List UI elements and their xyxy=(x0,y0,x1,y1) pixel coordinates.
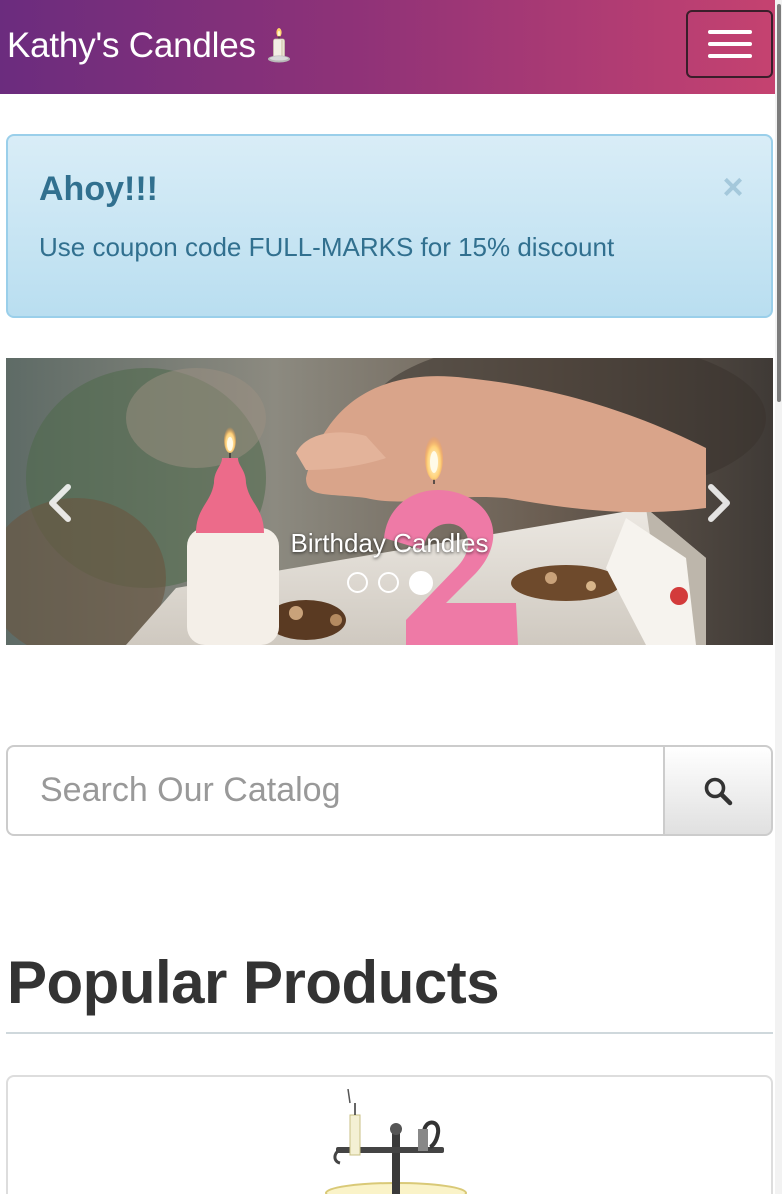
hamburger-icon xyxy=(707,42,752,46)
hamburger-icon xyxy=(707,30,752,34)
product-card[interactable] xyxy=(6,1075,773,1194)
section-divider xyxy=(6,1032,773,1034)
carousel-indicator-2[interactable] xyxy=(377,572,399,593)
carousel: Birthday Candles xyxy=(6,358,773,645)
hamburger-icon xyxy=(707,54,752,58)
carousel-caption: Birthday Candles xyxy=(290,528,489,558)
candle-icon xyxy=(266,28,292,64)
carousel-indicator-3[interactable] xyxy=(408,571,433,595)
navbar: Kathy's Candles xyxy=(0,0,775,94)
carousel-slide-image xyxy=(6,358,773,645)
menu-toggle-button[interactable] xyxy=(686,10,773,78)
chevron-left-icon xyxy=(49,484,71,522)
search-icon xyxy=(704,777,733,805)
brand-link[interactable]: Kathy's Candles xyxy=(7,24,292,68)
search-input[interactable] xyxy=(6,745,663,836)
carousel-prev-button[interactable] xyxy=(40,478,80,528)
search-button[interactable] xyxy=(663,745,773,836)
carousel-indicators xyxy=(6,571,773,595)
coupon-alert: Ahoy!!! Use coupon code FULL-MARKS for 1… xyxy=(6,134,773,318)
page-scrollbar-thumb[interactable] xyxy=(777,4,781,402)
alert-title: Ahoy!!! xyxy=(39,170,158,208)
catalog-search xyxy=(6,745,773,836)
carousel-indicator-1[interactable] xyxy=(346,572,368,593)
product-image xyxy=(325,1089,467,1194)
alert-message: Use coupon code FULL-MARKS for 15% disco… xyxy=(39,232,615,262)
brand-name: Kathy's Candles xyxy=(7,26,256,65)
carousel-next-button[interactable] xyxy=(699,478,739,528)
chevron-right-icon xyxy=(708,484,730,522)
alert-close-button[interactable]: × xyxy=(718,169,748,205)
popular-products-heading: Popular Products xyxy=(7,949,500,1016)
